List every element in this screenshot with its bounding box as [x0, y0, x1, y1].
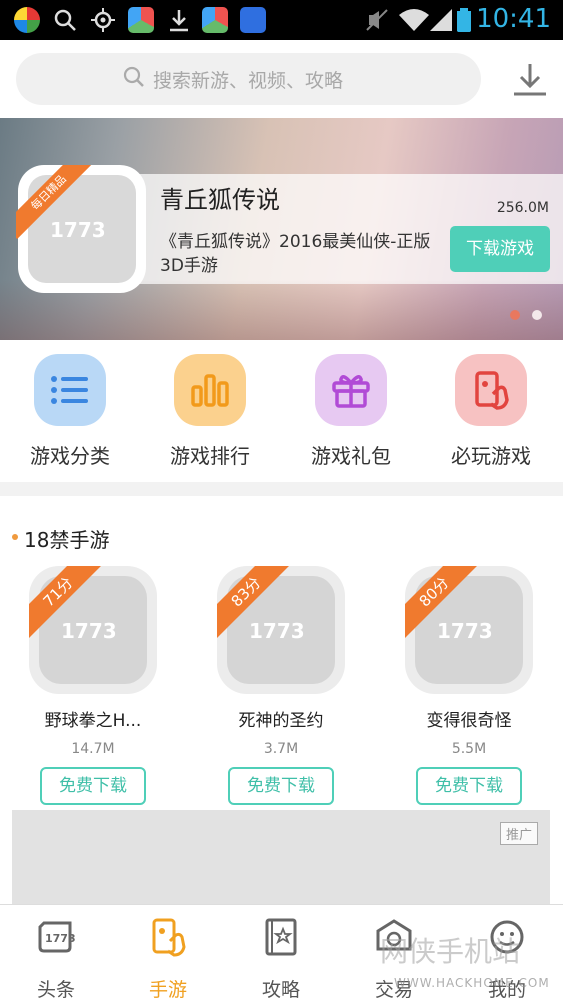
category-game-types[interactable]: 游戏分类	[0, 354, 140, 469]
gift-icon	[315, 354, 387, 426]
svg-text:1773: 1773	[249, 619, 305, 643]
mute-icon	[366, 9, 388, 31]
game-card[interactable]: 1773 71分 野球拳之H... 14.7M 免费下载	[18, 566, 168, 805]
section-bullet	[12, 534, 18, 540]
gps-icon	[91, 8, 115, 32]
category-game-gifts[interactable]: 游戏礼包	[281, 354, 421, 469]
game-name: 死神的圣约	[238, 711, 324, 731]
tab-label: 手游	[148, 979, 187, 1001]
game-card[interactable]: 1773 83分 死神的圣约 3.7M 免费下载	[206, 566, 356, 805]
section-title: 18禁手游	[24, 528, 110, 552]
guide-book-icon	[265, 918, 297, 956]
category-label: 游戏礼包	[311, 444, 391, 468]
banner-title: 青丘狐传说	[160, 186, 280, 214]
mobile-game-icon	[152, 918, 186, 957]
banner-description: 《青丘狐传说》2016最美仙侠-正版3D手游	[160, 232, 431, 276]
featured-banner[interactable]: 1773 每日精品 青丘狐传说 256.0M 《青丘狐传说》2016最美仙侠-正…	[0, 118, 563, 340]
adult-games-section: 18禁手游 1773 71分 野球拳之H... 14.7M 免费下载 1773 …	[0, 496, 563, 910]
bar-chart-icon	[174, 354, 246, 426]
category-label: 必玩游戏	[451, 444, 531, 468]
wifi-icon	[399, 9, 429, 31]
list-icon	[34, 354, 106, 426]
watermark-text: 网侠手机站	[380, 935, 521, 968]
status-bar: 10:41	[0, 0, 563, 40]
category-label: 游戏分类	[30, 444, 110, 468]
carousel-dot-active[interactable]	[510, 310, 520, 320]
free-download-button[interactable]: 免费下载	[416, 767, 522, 805]
download-game-button[interactable]: 下载游戏	[450, 226, 550, 272]
svg-text:1773: 1773	[61, 619, 117, 643]
tab-label: 头条	[36, 979, 75, 1001]
phone-hand-icon	[455, 354, 527, 426]
baidu-icon	[240, 7, 266, 33]
carousel-dot[interactable]	[532, 310, 542, 320]
tab-mobile-games[interactable]: 手游	[112, 917, 224, 1002]
game-size: 5.5M	[451, 741, 487, 757]
banner-size: 256.0M	[496, 200, 549, 216]
game-name: 野球拳之H...	[44, 711, 142, 731]
tab-news[interactable]: 1773 头条	[0, 917, 112, 1002]
search-icon	[54, 9, 76, 31]
category-label: 游戏排行	[170, 444, 250, 468]
search-icon	[123, 66, 144, 87]
game-name: 变得很奇怪	[426, 711, 512, 731]
free-download-button[interactable]: 免费下载	[40, 767, 146, 805]
app-logo-icon	[14, 7, 40, 33]
daily-pick-badge: 每日精品	[16, 165, 95, 239]
tab-label: 攻略	[261, 979, 300, 1001]
tab-guides[interactable]: 攻略	[225, 917, 337, 1002]
watermark-url: WWW.HACKHOME.COM	[394, 976, 550, 990]
category-game-ranking[interactable]: 游戏排行	[140, 354, 280, 469]
game-icon[interactable]: 1773 71分	[29, 566, 157, 694]
news-icon: 1773	[38, 921, 76, 953]
ad-banner[interactable]: 推广	[12, 810, 550, 910]
game-icon[interactable]: 1773 80分	[405, 566, 533, 694]
category-must-play[interactable]: 必玩游戏	[421, 354, 561, 469]
app-store-icon	[202, 7, 228, 33]
game-card[interactable]: 1773 80分 变得很奇怪 5.5M 免费下载	[394, 566, 544, 805]
download-manager-icon[interactable]	[510, 60, 550, 100]
clock-time: 10:41	[476, 4, 551, 34]
app-store-icon	[128, 7, 154, 33]
search-placeholder: 搜索新游、视频、攻略	[153, 70, 344, 92]
download-icon	[170, 10, 188, 32]
category-row: 游戏分类 游戏排行 游戏礼包 必玩游戏	[0, 340, 563, 482]
game-size: 3.7M	[263, 741, 299, 757]
signal-icon	[430, 9, 452, 31]
svg-text:1773: 1773	[45, 932, 76, 945]
battery-icon	[457, 8, 471, 32]
promo-tag: 推广	[499, 822, 538, 845]
game-size: 14.7M	[71, 741, 115, 757]
banner-game-icon[interactable]: 1773 每日精品	[16, 165, 146, 293]
top-header: 搜索新游、视频、攻略	[0, 40, 563, 118]
svg-text:1773: 1773	[437, 619, 493, 643]
free-download-button[interactable]: 免费下载	[228, 767, 334, 805]
game-icon[interactable]: 1773 83分	[217, 566, 345, 694]
